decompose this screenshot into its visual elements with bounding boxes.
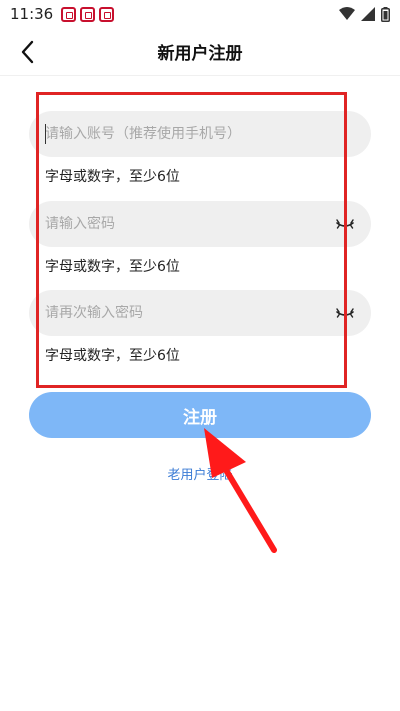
eye-closed-icon[interactable] [335,214,355,234]
text-cursor [45,124,46,144]
status-time: 11:36 [10,5,54,23]
account-hint: 字母或数字，至少6位 [45,169,180,185]
password-hint: 字母或数字，至少6位 [45,259,180,275]
back-button[interactable] [12,36,44,68]
status-bar: 11:36 [0,0,400,28]
status-right-icons [339,6,390,22]
confirm-password-hint: 字母或数字，至少6位 [45,348,180,364]
app-notification-icon [99,6,115,22]
password-field[interactable] [29,201,371,247]
battery-icon [381,6,390,22]
app-notification-icon [80,6,96,22]
app-notification-icon [61,6,77,22]
eye-closed-icon[interactable] [335,303,355,323]
signal-icon [361,7,375,21]
wifi-icon [339,7,355,20]
account-input[interactable] [45,126,325,142]
confirm-password-field[interactable] [29,290,371,336]
password-input[interactable] [45,216,325,232]
page-title: 新用户注册 [157,44,243,64]
red-arrow-annotation [204,428,277,553]
account-field[interactable] [29,111,371,157]
notification-icons [61,6,115,22]
back-arrow-icon [21,40,34,64]
confirm-password-input[interactable] [45,305,325,321]
header: 新用户注册 [0,28,400,76]
